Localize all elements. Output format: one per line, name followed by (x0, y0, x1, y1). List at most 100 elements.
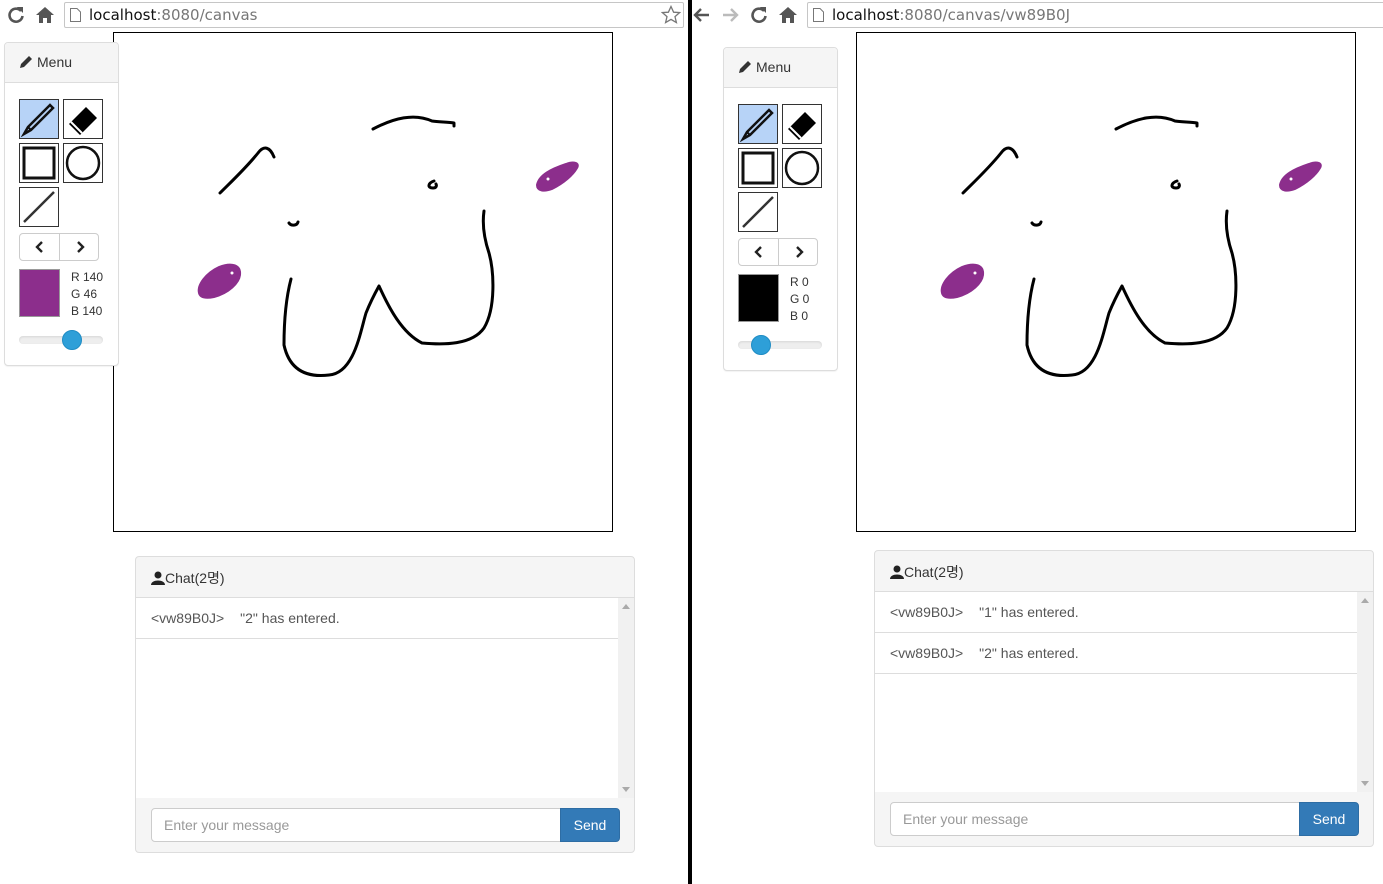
slider-knob[interactable] (751, 335, 771, 355)
message-input[interactable] (151, 808, 561, 842)
stroke-left-cheek (197, 263, 242, 299)
home-icon[interactable] (35, 5, 55, 25)
rectangle-icon (741, 151, 775, 185)
message-input[interactable] (890, 802, 1300, 836)
chat-message: <vw89B0J> "2" has entered. (136, 598, 618, 639)
send-button[interactable]: Send (1299, 802, 1359, 836)
tool-menu-title: Menu (756, 59, 792, 75)
chevron-left-icon (754, 246, 762, 258)
chat-scrollbar[interactable] (1357, 592, 1373, 792)
stroke-left-cheek (940, 263, 985, 299)
pencil-tool-button[interactable] (738, 104, 778, 144)
pencil-icon (20, 56, 32, 68)
drawing-canvas[interactable] (856, 32, 1356, 532)
rgb-b: B 0 (790, 309, 809, 323)
stroke-right-eyebrow (1114, 115, 1199, 131)
tool-menu: Menu (4, 42, 119, 366)
line-icon (742, 196, 774, 228)
tool-menu-header[interactable]: Menu (724, 48, 837, 88)
message-text: "2" has entered. (240, 610, 340, 626)
history-nav (738, 238, 818, 266)
user-icon (151, 571, 165, 585)
pencil-icon (20, 103, 55, 138)
browser-window-right: localhost:8080/canvas/vw89B0J Menu R 0 G… (692, 0, 1383, 884)
redo-button[interactable] (60, 234, 100, 260)
pencil-icon (739, 61, 751, 73)
brush-size-slider[interactable] (738, 335, 822, 355)
address-bar[interactable]: localhost:8080/canvas/vw89B0J (807, 2, 1383, 28)
stroke-mouth (1025, 209, 1238, 378)
reload-icon[interactable] (749, 5, 769, 25)
drawing-strokes (940, 115, 1322, 378)
tool-menu-title: Menu (37, 54, 73, 70)
stroke-right-cheek (535, 161, 579, 192)
line-tool-button[interactable] (19, 187, 59, 227)
line-icon (23, 191, 55, 223)
drawing-canvas[interactable] (113, 32, 613, 532)
message-sender: <vw89B0J> (890, 604, 964, 620)
color-swatch[interactable] (738, 274, 779, 322)
chat-title: Chat(2명) (165, 570, 225, 586)
reload-icon[interactable] (6, 5, 26, 25)
message-text: "1" has entered. (979, 604, 1079, 620)
browser-toolbar: localhost:8080/canvas (0, 0, 688, 30)
eraser-icon (69, 107, 97, 135)
chevron-right-icon (77, 241, 85, 253)
redo-button[interactable] (779, 239, 819, 265)
stroke-left-eyebrow (961, 146, 1019, 195)
circle-tool-button[interactable] (782, 148, 822, 188)
stroke-left-eye (287, 220, 300, 227)
chat-header: Chat(2명) (875, 551, 1373, 592)
address-bar[interactable]: localhost:8080/canvas (64, 2, 684, 28)
rgb-r: R 140 (71, 270, 104, 284)
undo-button[interactable] (20, 234, 60, 260)
drawing-strokes (197, 115, 579, 378)
stroke-mouth (282, 209, 495, 378)
browser-window-left: localhost:8080/canvas Menu R 140 G 46 B … (0, 0, 688, 884)
star-icon[interactable] (661, 5, 681, 25)
rgb-g: G 0 (790, 292, 810, 306)
chat-panel: Chat(2명) <vw89B0J> "1" has entered. <vw89… (874, 550, 1374, 847)
chat-messages: <vw89B0J> "2" has entered. (136, 598, 618, 798)
chevron-left-icon (35, 241, 43, 253)
chat-panel: Chat(2명) <vw89B0J> "2" has entered. Send (135, 556, 635, 853)
tool-menu: Menu (723, 47, 838, 371)
stroke-left-eyebrow (218, 146, 276, 195)
message-sender: <vw89B0J> (890, 645, 964, 661)
slider-knob[interactable] (62, 330, 82, 350)
pencil-icon (739, 108, 774, 143)
color-swatch[interactable] (19, 269, 60, 317)
send-button[interactable]: Send (560, 808, 620, 842)
circle-tool-button[interactable] (63, 143, 103, 183)
chat-message: <vw89B0J> "1" has entered. (875, 592, 1357, 633)
pencil-tool-button[interactable] (19, 99, 59, 139)
circle-icon (65, 145, 101, 181)
rectangle-tool-button[interactable] (738, 148, 778, 188)
stroke-right-cheek (1278, 161, 1322, 192)
line-tool-button[interactable] (738, 192, 778, 232)
back-icon[interactable] (692, 5, 712, 25)
url-text: localhost:8080/canvas/vw89B0J (832, 6, 1070, 24)
eraser-tool-button[interactable] (782, 104, 822, 144)
brush-size-slider[interactable] (19, 330, 103, 350)
rgb-r: R 0 (790, 275, 809, 289)
stroke-right-eye (427, 179, 438, 190)
rectangle-tool-button[interactable] (19, 143, 59, 183)
chat-title: Chat(2명) (904, 564, 964, 580)
forward-icon[interactable] (720, 5, 740, 25)
undo-button[interactable] (739, 239, 779, 265)
chat-scrollbar[interactable] (618, 598, 634, 798)
tool-menu-header[interactable]: Menu (5, 43, 118, 83)
chat-header: Chat(2명) (136, 557, 634, 598)
chat-messages: <vw89B0J> "1" has entered. <vw89B0J> "2" h… (875, 592, 1357, 792)
page-icon (70, 8, 81, 22)
rgb-readout: R 140 G 46 B 140 (71, 269, 103, 320)
circle-icon (784, 150, 820, 186)
page-icon (813, 8, 824, 22)
home-icon[interactable] (778, 5, 798, 25)
chat-message: <vw89B0J> "2" has entered. (875, 633, 1357, 674)
stroke-right-eyebrow (371, 115, 456, 131)
chevron-right-icon (796, 246, 804, 258)
eraser-tool-button[interactable] (63, 99, 103, 139)
url-text: localhost:8080/canvas (89, 6, 258, 24)
